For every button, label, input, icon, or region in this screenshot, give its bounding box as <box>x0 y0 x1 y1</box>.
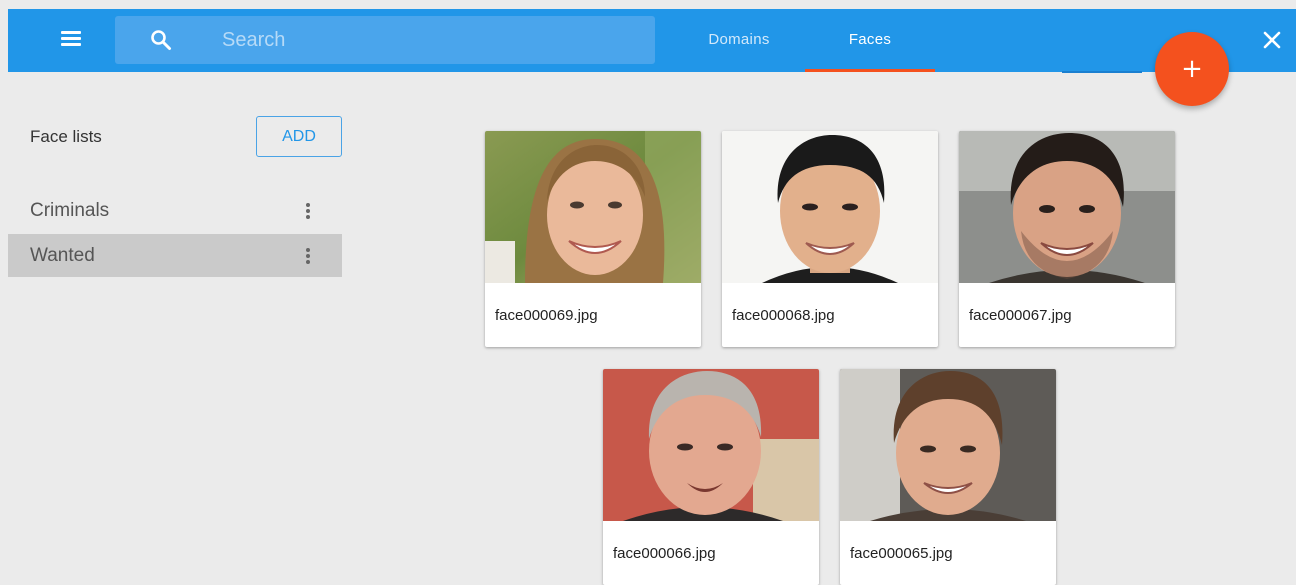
face-filename: face000069.jpg <box>495 307 598 324</box>
search-icon[interactable] <box>149 28 173 52</box>
tab-domains[interactable]: Domains <box>676 9 802 72</box>
face-card[interactable]: face000068.jpg <box>722 131 938 347</box>
search-box[interactable] <box>115 16 655 64</box>
face-list-item-wanted[interactable]: Wanted <box>8 234 342 277</box>
face-list-label: Criminals <box>30 200 110 221</box>
tab-bar-edge <box>1062 71 1142 73</box>
face-photo <box>603 369 819 521</box>
face-card[interactable]: face000066.jpg <box>603 369 819 585</box>
face-card[interactable]: face000069.jpg <box>485 131 701 347</box>
face-lists-title: Face lists <box>30 127 102 146</box>
tab-faces[interactable]: Faces <box>805 9 935 72</box>
face-photo <box>485 131 701 283</box>
face-photo <box>722 131 938 283</box>
face-photo <box>840 369 1056 521</box>
add-face-fab[interactable]: + <box>1155 32 1229 106</box>
add-list-button[interactable]: ADD <box>256 116 342 157</box>
search-input[interactable] <box>220 24 640 56</box>
face-card[interactable]: face000067.jpg <box>959 131 1175 347</box>
face-list-label: Wanted <box>30 245 95 266</box>
more-vert-icon[interactable] <box>304 202 312 220</box>
face-photo <box>959 131 1175 283</box>
close-icon[interactable] <box>1260 28 1284 52</box>
face-card[interactable]: face000065.jpg <box>840 369 1056 585</box>
more-vert-icon[interactable] <box>304 247 312 265</box>
active-tab-indicator <box>805 69 935 72</box>
face-filename: face000068.jpg <box>732 307 835 324</box>
face-list-item-criminals[interactable]: Criminals <box>8 189 342 232</box>
face-filename: face000067.jpg <box>969 307 1072 324</box>
top-app-bar: Domains Faces <box>8 9 1296 73</box>
menu-icon[interactable] <box>58 26 84 52</box>
face-filename: face000066.jpg <box>613 545 716 562</box>
face-filename: face000065.jpg <box>850 545 953 562</box>
